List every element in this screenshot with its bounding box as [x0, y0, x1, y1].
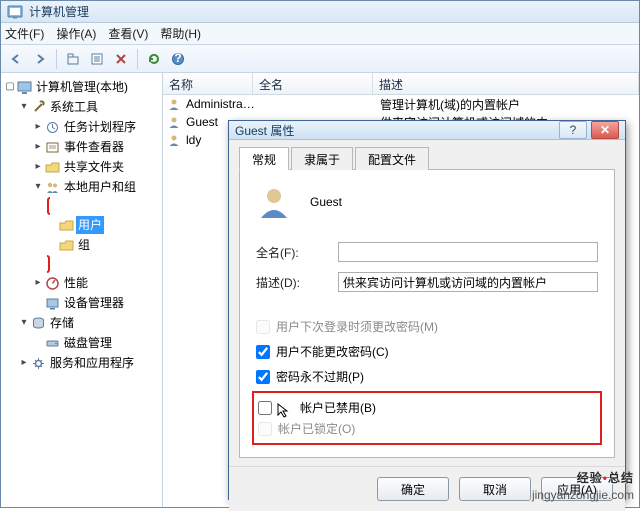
expand-icon[interactable]: ▸ — [33, 142, 43, 152]
tree-users[interactable]: 用户 — [47, 215, 160, 235]
storage-icon — [31, 316, 46, 331]
tree-event-viewer[interactable]: ▸事件查看器 — [33, 137, 160, 157]
expand-icon[interactable]: ▸ — [33, 122, 43, 132]
help-button[interactable]: ? — [167, 48, 189, 70]
tree-pane: ▢ 计算机管理(本地) ▾ 系统工具 ▸任务计划程序 — [1, 73, 163, 507]
close-button[interactable]: ✕ — [591, 121, 619, 139]
dialog-titlebar[interactable]: Guest 属性 ? ✕ — [229, 121, 625, 140]
list-row[interactable]: Administrat... 管理计算机(域)的内置帐户 — [163, 95, 639, 113]
expand-icon[interactable]: ▸ — [33, 278, 43, 288]
menu-view[interactable]: 查看(V) — [108, 25, 148, 42]
tree-performance[interactable]: ▸性能 — [33, 273, 160, 293]
performance-icon — [45, 276, 60, 291]
svg-text:?: ? — [174, 52, 181, 65]
fullname-input[interactable] — [338, 242, 598, 262]
up-button[interactable] — [62, 48, 84, 70]
chk-account-locked: 帐户已锁定(O) — [258, 420, 596, 437]
dialog-body: 常规 隶属于 配置文件 Guest 全名(F): 描述(D): 用户 — [229, 140, 625, 466]
cancel-button[interactable]: 取消 — [459, 477, 531, 501]
folder-icon — [59, 218, 74, 233]
event-icon — [45, 140, 60, 155]
expand-icon[interactable]: ▢ — [5, 82, 15, 92]
highlight-disabled: 帐户已禁用(B) 帐户已锁定(O) — [252, 391, 602, 445]
help-button[interactable]: ? — [559, 121, 587, 139]
collapse-icon[interactable]: ▾ — [19, 318, 29, 328]
expand-icon[interactable]: ▸ — [19, 358, 29, 368]
chk-cannot-change[interactable]: 用户不能更改密码(C) — [256, 343, 598, 360]
chk-never-expire[interactable]: 密码永不过期(P) — [256, 368, 598, 385]
collapse-icon[interactable]: ▾ — [19, 102, 29, 112]
col-desc[interactable]: 描述 — [373, 73, 639, 94]
tab-memberof[interactable]: 隶属于 — [291, 147, 353, 170]
tab-content: Guest 全名(F): 描述(D): 用户下次登录时须更改密码(M) 用户不能… — [239, 170, 615, 458]
tree-shared-folders[interactable]: ▸共享文件夹 — [33, 157, 160, 177]
services-icon — [31, 356, 46, 371]
checkbox-account-disabled[interactable] — [258, 401, 272, 415]
dialog-title: Guest 属性 — [235, 122, 555, 139]
menu-file[interactable]: 文件(F) — [5, 25, 44, 42]
tab-general[interactable]: 常规 — [239, 147, 289, 170]
tab-profile[interactable]: 配置文件 — [355, 147, 429, 170]
question-icon: ? — [570, 123, 577, 137]
tree-task-scheduler[interactable]: ▸任务计划程序 — [33, 117, 160, 137]
tree-local-users-groups[interactable]: ▾本地用户和组 — [33, 177, 160, 197]
chk-must-change: 用户下次登录时须更改密码(M) — [256, 318, 598, 335]
checkbox-cannot-change[interactable] — [256, 345, 270, 359]
computer-icon — [17, 80, 32, 95]
guest-properties-dialog: Guest 属性 ? ✕ 常规 隶属于 配置文件 Guest 全名(F): 描述… — [228, 120, 626, 500]
toolbar-separator — [137, 49, 138, 69]
checkbox-never-expire[interactable] — [256, 370, 270, 384]
expand-icon[interactable]: ▸ — [33, 162, 43, 172]
ok-button[interactable]: 确定 — [377, 477, 449, 501]
disk-icon — [45, 336, 60, 351]
properties-button[interactable] — [86, 48, 108, 70]
cursor-icon — [276, 402, 292, 418]
menu-help[interactable]: 帮助(H) — [160, 25, 201, 42]
description-label: 描述(D): — [256, 274, 338, 291]
window-title: 计算机管理 — [29, 3, 89, 20]
collapse-icon[interactable]: ▾ — [33, 182, 43, 192]
clock-icon — [45, 120, 60, 135]
tabs: 常规 隶属于 配置文件 — [239, 146, 615, 170]
chk-account-disabled[interactable]: 帐户已禁用(B) — [258, 399, 596, 416]
menu-action[interactable]: 操作(A) — [56, 25, 96, 42]
device-icon — [45, 296, 60, 311]
user-icon — [167, 115, 181, 129]
highlight-users-groups: 用户 组 — [47, 197, 160, 273]
toolbar-separator — [56, 49, 57, 69]
refresh-button[interactable] — [143, 48, 165, 70]
fullname-label: 全名(F): — [256, 244, 338, 261]
username-label: Guest — [310, 195, 342, 209]
user-icon — [167, 133, 181, 147]
col-fullname[interactable]: 全名 — [253, 73, 373, 94]
tree-device-manager[interactable]: 设备管理器 — [33, 293, 160, 313]
shared-folder-icon — [45, 160, 60, 175]
back-button[interactable] — [5, 48, 27, 70]
col-name[interactable]: 名称 — [163, 73, 253, 94]
folder-icon — [59, 238, 74, 253]
titlebar: 计算机管理 — [1, 1, 639, 23]
tree-root[interactable]: ▢ 计算机管理(本地) — [5, 77, 160, 97]
watermark: 经验•总结 jingyanzongjie.com — [532, 462, 634, 502]
tree-services-apps[interactable]: ▸服务和应用程序 — [19, 353, 160, 373]
tree-groups[interactable]: 组 — [47, 235, 160, 255]
tree-storage[interactable]: ▾存储 — [19, 313, 160, 333]
tree-system-tools[interactable]: ▾ 系统工具 — [19, 97, 160, 117]
delete-button[interactable] — [110, 48, 132, 70]
checkbox-must-change — [256, 320, 270, 334]
user-icon — [167, 97, 181, 111]
checkbox-account-locked — [258, 422, 272, 436]
close-icon: ✕ — [600, 123, 610, 137]
menubar: 文件(F) 操作(A) 查看(V) 帮助(H) — [1, 23, 639, 45]
list-header: 名称 全名 描述 — [163, 73, 639, 95]
app-icon — [7, 4, 23, 20]
tools-icon — [31, 100, 46, 115]
tree-disk-management[interactable]: 磁盘管理 — [33, 333, 160, 353]
user-large-icon — [256, 184, 292, 220]
description-input[interactable] — [338, 272, 598, 292]
users-icon — [45, 180, 60, 195]
toolbar: ? — [1, 45, 639, 73]
forward-button[interactable] — [29, 48, 51, 70]
